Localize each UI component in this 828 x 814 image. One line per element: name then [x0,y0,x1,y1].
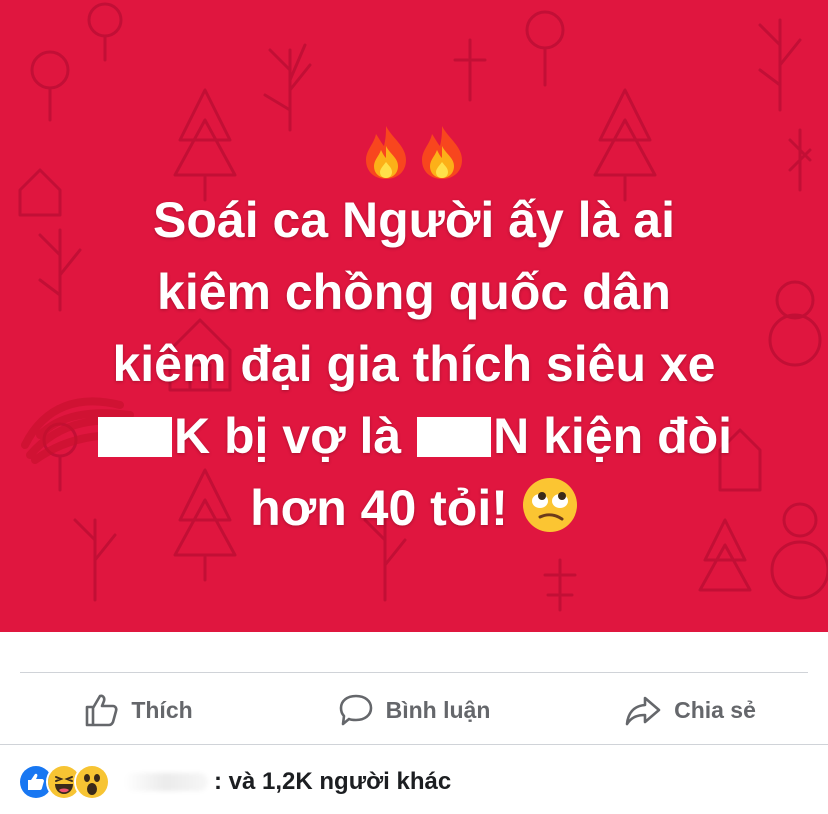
blurred-name [124,773,208,791]
like-button[interactable]: Thích [0,680,276,740]
share-button[interactable]: Chia sẻ [552,680,828,740]
post-text: Soái ca Người ấy là ai kiêm chồng quốc d… [0,112,828,544]
fire-emoji [422,125,462,179]
post-text-line-2: kiêm chồng quốc dân [157,264,671,320]
share-arrow-icon [625,696,661,726]
comment-bubble-icon [339,694,372,726]
reactions-summary-text: : và 1,2K người khác [214,768,452,795]
post-text-line-3: kiêm đại gia thích siêu xe [112,336,716,392]
reactions-summary[interactable]: : và 1,2K người khác [18,762,451,802]
wow-reaction-icon [74,764,110,800]
post-text-line-5: hơn 40 tỏi! [0,472,828,544]
action-bar: Thích Bình luận Chia sẻ [0,680,828,740]
post-text-line-4b: N kiện đòi [493,408,733,464]
share-label: Chia sẻ [674,696,756,723]
comment-button[interactable]: Bình luận [276,680,552,740]
emoji-row [0,112,828,184]
divider [20,672,808,673]
post-text-line-5-text: hơn 40 tỏi! [250,480,508,536]
redaction-box [417,417,492,457]
face-with-rolling-eyes-emoji [522,478,577,532]
post-image[interactable]: Soái ca Người ấy là ai kiêm chồng quốc d… [0,0,828,632]
post-text-line-1: Soái ca Người ấy là ai [153,192,675,248]
redaction-box [97,417,172,457]
fire-emoji [366,125,406,179]
comment-label: Bình luận [385,696,491,723]
post-text-line-4a: K bị vợ là [173,408,402,464]
post-text-line-4: K bị vợ là N kiện đòi [0,400,828,472]
thumbs-up-icon [86,694,118,727]
divider [0,744,828,745]
like-label: Thích [131,696,193,723]
